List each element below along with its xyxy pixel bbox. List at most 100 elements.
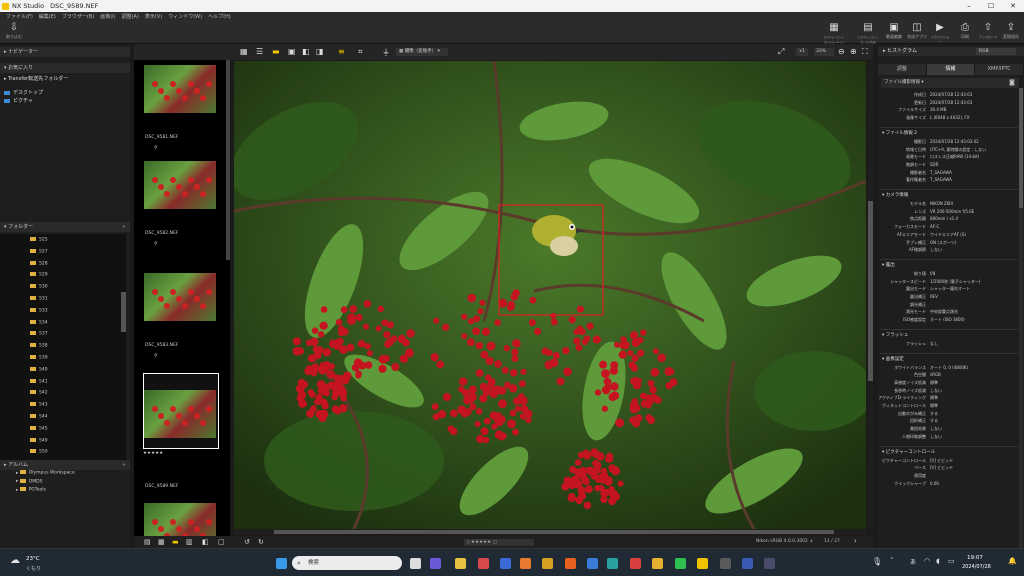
zoom-in-icon[interactable]: ⊕ bbox=[850, 47, 857, 56]
thumbnail-rating[interactable]: ★★★★★ bbox=[143, 451, 163, 456]
app-icon-7[interactable] bbox=[652, 558, 663, 569]
notification-icon[interactable]: 🔔 bbox=[1008, 557, 1017, 565]
single-view-icon[interactable]: ▣ bbox=[288, 47, 296, 56]
folder-item[interactable]: ▸ PGTools bbox=[16, 487, 46, 493]
thumbnail-info-icon[interactable]: ▥ bbox=[186, 538, 193, 546]
horizontal-scrollbar[interactable] bbox=[234, 529, 866, 535]
app-icon-1[interactable] bbox=[478, 558, 489, 569]
menu-help[interactable]: ヘルプ(H) bbox=[208, 13, 231, 20]
ime-icon[interactable]: あ bbox=[910, 557, 916, 566]
picture-control-create-button[interactable]: ▤ ピクチャーコントロールの作成 bbox=[858, 22, 878, 44]
info-section-header[interactable]: ▾ カメラ情報 bbox=[882, 192, 908, 198]
volume-icon[interactable]: ◖ bbox=[936, 557, 940, 565]
menu-image[interactable]: 画像(I) bbox=[100, 13, 115, 20]
fit-screen-icon[interactable]: ⤢ bbox=[778, 47, 784, 57]
zoom-out-icon[interactable]: ⊖ bbox=[838, 47, 845, 56]
main-photo[interactable] bbox=[234, 61, 866, 529]
convert-save-button[interactable]: ⇪ 変換保存 bbox=[1001, 22, 1021, 40]
mic-icon[interactable]: 🎙 bbox=[872, 557, 882, 566]
zoom-select[interactable]: 33% bbox=[814, 48, 834, 56]
folder-item[interactable]: ▸ Olympus Workspace bbox=[16, 470, 75, 476]
info-section-header[interactable]: ▾ ピクチャーコントロール bbox=[882, 449, 935, 455]
folder-item[interactable]: 545 bbox=[30, 425, 48, 431]
app-icon-10[interactable] bbox=[764, 558, 775, 569]
minimize-button[interactable]: – bbox=[958, 0, 980, 12]
folder-item[interactable]: 541 bbox=[30, 378, 48, 384]
tab-info[interactable]: 情報 bbox=[926, 64, 976, 75]
app-icon-9[interactable] bbox=[742, 558, 753, 569]
histogram-toggle-icon[interactable]: ◧ bbox=[202, 538, 209, 546]
compare-view-icon[interactable]: ◧ bbox=[302, 47, 310, 56]
close-button[interactable]: ✕ bbox=[1002, 0, 1024, 12]
folder-item[interactable]: ▸ OMDS bbox=[16, 478, 42, 484]
folder-item[interactable]: 538 bbox=[30, 343, 48, 349]
task-view-icon[interactable] bbox=[410, 558, 421, 569]
folder-item[interactable]: 530 bbox=[30, 284, 48, 290]
folder-item[interactable]: 533 bbox=[30, 307, 48, 313]
info-section-header[interactable]: ▾ 露出 bbox=[882, 262, 895, 268]
menu-window[interactable]: ウィンドウ(W) bbox=[168, 13, 202, 20]
right-scrollbar[interactable] bbox=[1019, 88, 1023, 548]
store-icon[interactable] bbox=[500, 558, 511, 569]
app-icon-4[interactable] bbox=[565, 558, 576, 569]
nx-studio-taskbar-icon[interactable] bbox=[697, 558, 708, 569]
compare2-view-icon[interactable]: ◨ bbox=[316, 47, 324, 56]
folders-header[interactable]: ▾ フォルダー + bbox=[0, 222, 130, 232]
upload-button[interactable]: ⇧ アップロード bbox=[978, 22, 998, 39]
thumbnail-strip-icon[interactable]: ▬ bbox=[172, 538, 179, 546]
folder-item[interactable]: 528 bbox=[30, 260, 48, 266]
line-icon[interactable] bbox=[675, 558, 686, 569]
folder-item[interactable]: 544 bbox=[30, 414, 48, 420]
folder-item[interactable]: 540 bbox=[30, 366, 48, 372]
prev-image-icon[interactable]: ‹ bbox=[810, 537, 813, 545]
menu-file[interactable]: ファイル(F) bbox=[6, 13, 33, 20]
taskbar-search[interactable]: ⌕ 検索 bbox=[292, 556, 402, 570]
next-image-icon[interactable]: › bbox=[854, 537, 857, 545]
maximize-button[interactable]: ☐ bbox=[980, 0, 1002, 12]
info-section-header[interactable]: ▾ フラッシュ bbox=[882, 332, 908, 338]
favorites-header[interactable]: ▾ お気に入り bbox=[0, 63, 130, 73]
folder-item[interactable]: 529 bbox=[30, 272, 48, 278]
filmstrip-scrollbar[interactable] bbox=[226, 60, 230, 260]
zoom-1x-button[interactable]: x1 bbox=[796, 48, 808, 56]
folder-item[interactable]: 531 bbox=[30, 296, 48, 302]
histogram-mode-select[interactable]: RGB bbox=[976, 48, 1016, 55]
folder-scrollbar[interactable] bbox=[121, 292, 126, 332]
thumbnail-size-icon[interactable]: ▤ bbox=[144, 538, 151, 546]
app-icon-6[interactable] bbox=[630, 558, 641, 569]
tray-chevron-icon[interactable]: ˄ bbox=[890, 557, 894, 565]
app-icon-8[interactable] bbox=[720, 558, 731, 569]
folder-item[interactable]: 543 bbox=[30, 402, 48, 408]
menu-view[interactable]: 表示(V) bbox=[145, 13, 162, 20]
movie-edit-button[interactable]: ▣ 動画編集 bbox=[884, 22, 904, 40]
filmstrip-view-icon[interactable]: ▬ bbox=[272, 47, 280, 56]
info-mode-select[interactable]: ファイル撮影情報 ▾ bbox=[881, 78, 1019, 88]
tab-xmp-iptc[interactable]: XMP/IPTC bbox=[975, 64, 1024, 75]
fit-icon[interactable]: ⌗ bbox=[358, 47, 363, 57]
slideshow-button[interactable]: ▶ スライドショー bbox=[930, 22, 950, 44]
rating-bar[interactable]: ▯ ★★★★★ ▢ bbox=[464, 539, 534, 546]
album-header[interactable]: ▸ アルバム + bbox=[0, 460, 130, 470]
app-icon-5[interactable] bbox=[587, 558, 598, 569]
thumbnail[interactable] bbox=[144, 273, 216, 321]
vertical-scrollbar[interactable] bbox=[868, 61, 873, 529]
rotate-left-icon[interactable]: ↺ bbox=[244, 538, 250, 546]
tab-adjust[interactable]: 調整 bbox=[878, 64, 927, 75]
menu-edit[interactable]: 編集(E) bbox=[39, 13, 56, 20]
folder-item[interactable]: 539 bbox=[30, 355, 48, 361]
info-toggle-icon[interactable]: ▢ bbox=[218, 538, 225, 546]
menu-browser[interactable]: ブラウザー(B) bbox=[62, 13, 94, 20]
weather-icon[interactable]: ☁ bbox=[10, 555, 20, 566]
folder-item[interactable]: 549 bbox=[30, 437, 48, 443]
fullscreen-icon[interactable]: ⛶ bbox=[862, 47, 868, 57]
clock-time[interactable]: 19:07 bbox=[967, 555, 983, 561]
thumbnail-grid-icon[interactable]: ▦ bbox=[158, 538, 165, 546]
grid-view-icon[interactable]: ▦ bbox=[240, 47, 248, 56]
list-view-icon[interactable]: ☰ bbox=[256, 47, 263, 56]
explorer-icon[interactable] bbox=[455, 558, 466, 569]
folder-item[interactable]: 550 bbox=[30, 449, 48, 455]
clock-date[interactable]: 2024/07/28 bbox=[962, 564, 991, 570]
thumbnail[interactable] bbox=[144, 390, 216, 438]
app-icon-3[interactable] bbox=[542, 558, 553, 569]
app-icon-2[interactable] bbox=[520, 558, 531, 569]
